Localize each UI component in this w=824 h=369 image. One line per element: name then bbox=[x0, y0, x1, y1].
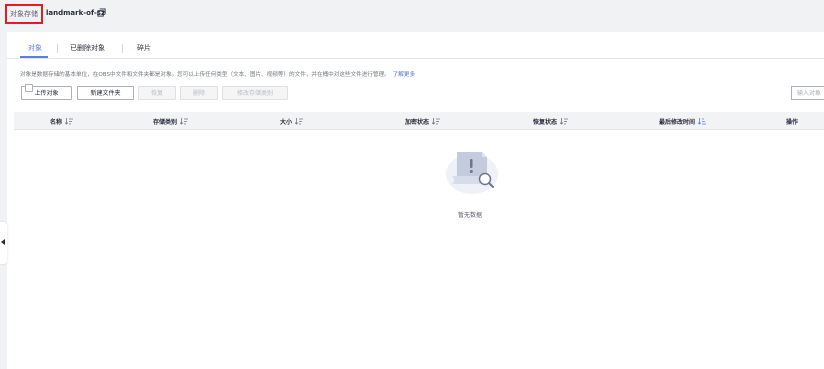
column-last-modified[interactable]: 最后修改时间 bbox=[659, 117, 707, 126]
restore-button[interactable]: 恢复 bbox=[138, 86, 176, 100]
search-input[interactable] bbox=[791, 86, 824, 100]
column-encryption[interactable]: 加密状态 bbox=[405, 117, 441, 126]
objects-description: 对象是数据存储的基本单位，在OBS中文件和文件夹都是对象。您可以上传任何类型（文… bbox=[20, 70, 415, 78]
sidebar-collapse-handle[interactable] bbox=[0, 222, 7, 264]
column-last-modified-label: 最后修改时间 bbox=[659, 119, 696, 126]
tab-deleted-objects[interactable]: 已删除对象 bbox=[70, 43, 105, 53]
tab-fragments[interactable]: 碎片 bbox=[137, 43, 151, 53]
column-name-label: 名称 bbox=[50, 119, 63, 126]
sort-icon[interactable] bbox=[560, 118, 569, 125]
breadcrumb: 对象存储 landmark-of-sz bbox=[0, 0, 824, 28]
table-header: 名称 存储类别 大小 加密状态 恢复状态 最后修改时间 操作 bbox=[14, 112, 824, 130]
column-storage-class[interactable]: 存储类别 bbox=[153, 117, 189, 126]
new-folder-button[interactable]: 新建文件夹 bbox=[77, 86, 134, 100]
chevron-left-icon bbox=[1, 239, 5, 245]
sort-icon[interactable] bbox=[180, 118, 189, 125]
column-encryption-label: 加密状态 bbox=[405, 119, 430, 126]
empty-state-text: 暂无数据 bbox=[457, 212, 482, 219]
copy-icon[interactable] bbox=[97, 8, 106, 17]
sort-icon[interactable] bbox=[295, 118, 304, 125]
active-tab-indicator bbox=[20, 56, 48, 58]
description-text: 对象是数据存储的基本单位，在OBS中文件和文件夹都是对象。您可以上传任何类型（文… bbox=[20, 72, 390, 78]
column-size[interactable]: 大小 bbox=[280, 117, 304, 126]
sort-icon[interactable] bbox=[65, 118, 74, 125]
objects-panel: 对象 已删除对象 碎片 对象是数据存储的基本单位，在OBS中文件和文件夹都是对象… bbox=[7, 32, 824, 369]
column-size-label: 大小 bbox=[280, 119, 293, 126]
change-storage-class-button[interactable]: 修改存储类别 bbox=[222, 86, 288, 100]
empty-data-illustration bbox=[446, 152, 498, 194]
column-storage-class-label: 存储类别 bbox=[153, 119, 178, 126]
sort-icon[interactable] bbox=[432, 118, 441, 125]
column-restore-status-label: 恢复状态 bbox=[533, 119, 558, 126]
breadcrumb-root-link[interactable]: 对象存储 bbox=[5, 4, 43, 24]
sort-active-icon[interactable] bbox=[698, 118, 707, 125]
learn-more-link[interactable]: 了解更多 bbox=[393, 72, 415, 78]
column-restore-status[interactable]: 恢复状态 bbox=[533, 117, 569, 126]
delete-button[interactable]: 删除 bbox=[180, 86, 218, 100]
select-all-checkbox[interactable] bbox=[25, 84, 33, 92]
tab-bar: 对象 已删除对象 碎片 bbox=[7, 32, 824, 59]
column-actions: 操作 bbox=[786, 119, 799, 126]
tab-divider bbox=[122, 44, 123, 53]
tab-objects[interactable]: 对象 bbox=[28, 43, 42, 53]
column-name[interactable]: 名称 bbox=[50, 117, 74, 126]
tab-divider bbox=[57, 44, 58, 53]
